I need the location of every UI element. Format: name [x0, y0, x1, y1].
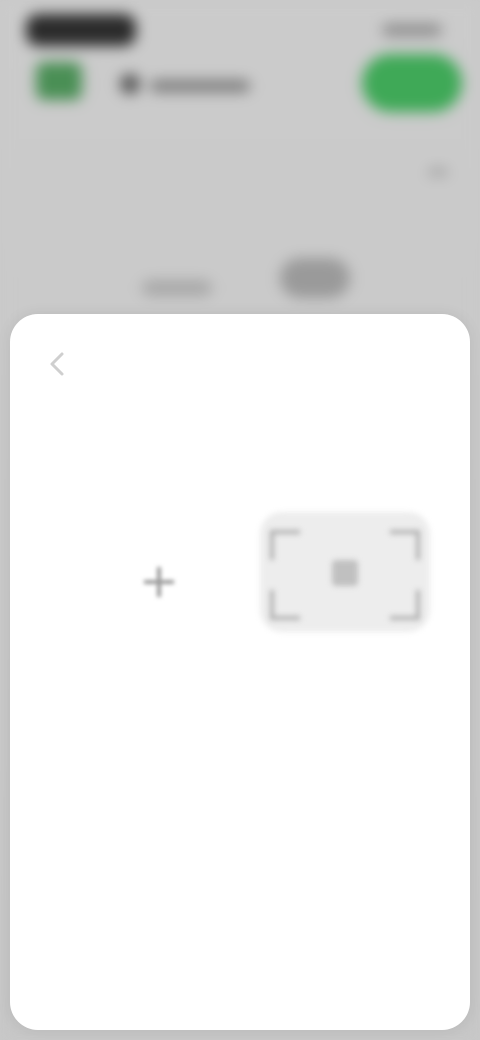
qr-scan-icon — [270, 530, 420, 620]
chevron-down-icon — [428, 168, 448, 176]
status-bar-indicators — [382, 24, 442, 36]
tab-second — [280, 258, 350, 298]
scan-option-button[interactable] — [240, 502, 440, 702]
tab-first — [142, 280, 212, 296]
primary-action-button — [362, 54, 462, 112]
modal-sheet — [10, 314, 470, 1030]
plus-icon — [144, 567, 174, 597]
avatar-icon — [120, 74, 140, 94]
chevron-left-icon — [50, 352, 64, 376]
add-option-tile — [60, 512, 230, 632]
sheet-header — [10, 314, 470, 404]
status-bar-time — [26, 14, 136, 46]
header-title — [150, 80, 250, 92]
add-option-button[interactable] — [40, 502, 240, 702]
back-button[interactable] — [40, 346, 76, 382]
app-logo-icon — [36, 62, 82, 100]
option-list — [10, 502, 470, 712]
